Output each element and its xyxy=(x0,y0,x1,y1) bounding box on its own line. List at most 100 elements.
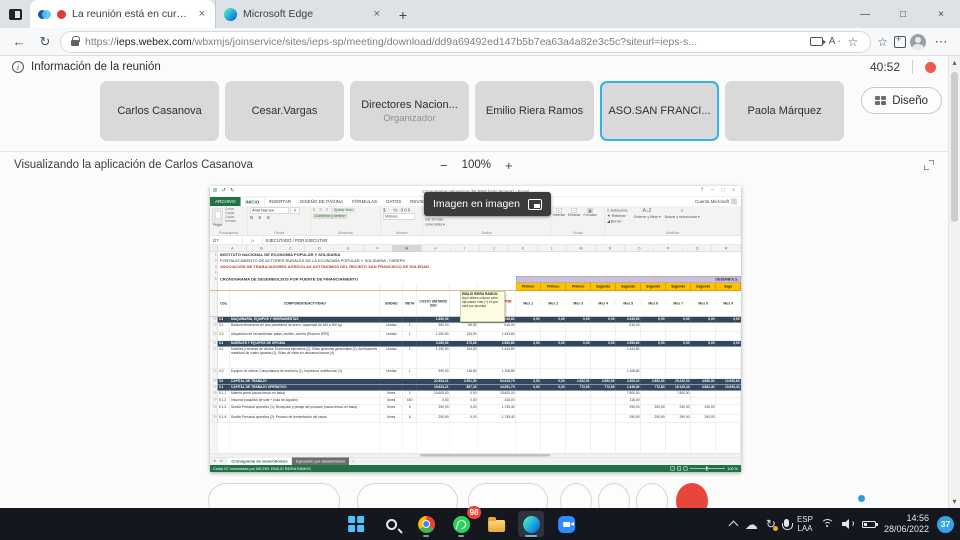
zoom-slider xyxy=(690,468,725,469)
excel-doc-lines: 1INSTITUTO NACIONAL DE ECONOMÍA POPULAR … xyxy=(210,252,741,276)
scroll-up-icon[interactable]: ▴ xyxy=(949,58,960,67)
excel-horizontal-scrollbar xyxy=(210,453,741,457)
reactions-control-button[interactable] xyxy=(598,483,630,508)
browser-toolbar: ← ↻ https://ieps.webex.com/wbxmjs/joinse… xyxy=(0,28,960,56)
leave-meeting-button[interactable] xyxy=(676,483,708,508)
excel-column-letter: A xyxy=(218,245,247,252)
zoom-out-button[interactable]: − xyxy=(440,158,448,173)
video-control-pill[interactable] xyxy=(357,483,458,508)
viewing-bar: Visualizando la aplicación de Carlos Cas… xyxy=(0,151,948,178)
add-favorite-icon[interactable]: ☆ xyxy=(845,35,860,49)
file-explorer-icon xyxy=(488,520,505,532)
zoom-in-button[interactable]: + xyxy=(505,158,513,173)
formula-text: EJECUTADO / POR EJECUTAR xyxy=(263,236,741,245)
picture-in-picture-icon xyxy=(528,199,542,210)
whatsapp-icon xyxy=(453,516,470,533)
participant-tile[interactable]: Paola Márquez xyxy=(725,81,844,141)
view-mode-icon xyxy=(677,467,681,471)
excel-column-letter: R xyxy=(712,245,741,252)
lock-icon xyxy=(71,40,79,46)
more-options-button[interactable] xyxy=(636,483,668,508)
zoom-level[interactable]: 100% xyxy=(462,159,491,171)
tab-close-icon[interactable]: × xyxy=(197,8,207,20)
layout-button[interactable]: Diseño xyxy=(861,87,942,114)
sync-update-icon[interactable]: ↻ xyxy=(766,518,776,530)
excel-column-letter: G xyxy=(392,245,421,252)
onedrive-icon[interactable]: ☁ xyxy=(745,518,758,531)
share-control-pill[interactable] xyxy=(468,483,548,508)
excel-column-letter: K xyxy=(509,245,538,252)
excel-column-letter: B xyxy=(247,245,276,252)
excel-column-letter: J xyxy=(479,245,508,252)
tab-media-icon[interactable] xyxy=(810,37,823,46)
address-bar[interactable]: https://ieps.webex.com/wbxmjs/joinservic… xyxy=(60,31,871,53)
excel-account: Cuenta Microsoft xyxy=(695,197,737,206)
window-close-button[interactable]: × xyxy=(922,0,960,28)
participant-tile[interactable]: Carlos Casanova xyxy=(100,81,219,141)
webex-meeting-page: Información de la reunión 40:52 Carlos C… xyxy=(0,56,960,508)
taskbar-edge-button[interactable] xyxy=(518,511,544,537)
taskbar-zoom-button[interactable] xyxy=(553,511,579,537)
language-indicator[interactable]: ESPLAA xyxy=(797,515,813,533)
scroll-down-icon[interactable]: ▾ xyxy=(949,497,960,506)
excel-quick-access-icons: ⊞ ↺ ↻ xyxy=(213,188,236,194)
wifi-icon[interactable] xyxy=(821,519,834,529)
participant-tile[interactable]: Cesar.Vargas xyxy=(225,81,344,141)
taskbar-chrome-button[interactable] xyxy=(413,511,439,537)
excel-month-headers: Mes 1Mes 2Mes 3Mes 4Mes 5Mes 6Mes 7Mes 8… xyxy=(516,291,741,317)
participant-tile-organizer[interactable]: Directores Nacion... Organizador xyxy=(350,81,469,141)
taskbar-explorer-button[interactable] xyxy=(483,511,509,537)
battery-icon[interactable] xyxy=(862,521,876,528)
view-mode-icon xyxy=(683,467,687,471)
excel-sheet-tabs: ◄ ► Cronograma de desembolsos Ejecución … xyxy=(210,457,741,465)
read-aloud-icon[interactable]: A xyxy=(829,36,840,47)
excel-column-letters: ABCDEFGHIJKLMNOPQR xyxy=(210,245,741,252)
settings-more-icon[interactable]: ⋯ xyxy=(930,34,952,50)
vertical-tabs-button[interactable] xyxy=(0,0,30,28)
meeting-info-label[interactable]: Información de la reunión xyxy=(31,61,161,73)
excel-table-row: 285.1.3Sueldo Personal operativo (1): Re… xyxy=(210,405,741,415)
profile-avatar[interactable] xyxy=(910,34,926,50)
picture-in-picture-button[interactable]: Imagen en imagen xyxy=(424,192,551,216)
excel-table-row: 234.2Equipos de oficina: Computadora de … xyxy=(210,369,741,379)
windows-taskbar: 98 ☁ ↻ ESPLAA 14:5628/06/2022 37 xyxy=(0,508,960,540)
taskbar-search-button[interactable] xyxy=(378,511,404,537)
favorites-icon[interactable]: ☆ xyxy=(875,35,890,49)
excel-empty-grid xyxy=(210,423,741,453)
info-icon[interactable] xyxy=(12,61,24,73)
tray-overflow-icon[interactable] xyxy=(728,521,738,531)
sheet-tab-cronograma: Cronograma de desembolsos xyxy=(227,458,292,466)
excel-column-letter: F xyxy=(363,245,392,252)
edge-favicon xyxy=(224,8,237,21)
page-scrollbar[interactable]: ▴ ▾ xyxy=(948,56,960,508)
meeting-info-row: Información de la reunión 40:52 xyxy=(0,56,948,78)
window-minimize-button[interactable]: — xyxy=(846,0,884,28)
cell-reference: G7 xyxy=(210,236,243,245)
collections-icon[interactable] xyxy=(894,36,906,48)
back-button[interactable]: ← xyxy=(8,34,30,49)
browser-tab-edge[interactable]: Microsoft Edge × xyxy=(215,0,390,28)
meeting-recording-icon[interactable] xyxy=(925,62,936,73)
notification-count-badge[interactable]: 37 xyxy=(937,516,954,533)
excel-column-letter: P xyxy=(654,245,683,252)
excel-table-row: 224.1Muebles y enseres de oficina: Escri… xyxy=(210,347,741,369)
taskbar-clock[interactable]: 14:5628/06/2022 xyxy=(884,513,929,535)
chrome-icon xyxy=(418,516,435,533)
tab-close-icon[interactable]: × xyxy=(372,8,382,20)
refresh-button[interactable]: ↻ xyxy=(34,34,56,50)
fullscreen-icon[interactable] xyxy=(924,160,934,170)
start-button[interactable] xyxy=(343,511,369,537)
participant-tile[interactable]: Emilio Riera Ramos xyxy=(475,81,594,141)
volume-icon[interactable] xyxy=(842,519,854,529)
browser-tab-webex[interactable]: La reunión está en curso... × xyxy=(30,0,215,28)
cronograma-title: CRONOGRAMA DE DESEMBOLSOS POR FUENTE DE … xyxy=(218,276,516,283)
record-control-button[interactable] xyxy=(560,483,592,508)
new-tab-button[interactable]: + xyxy=(390,2,416,28)
mute-control-pill[interactable] xyxy=(208,483,340,508)
participant-tile-active-speaker[interactable]: ASO.SAN FRANCI... xyxy=(600,81,719,141)
taskbar-whatsapp-button[interactable]: 98 xyxy=(448,511,474,537)
window-maximize-button[interactable]: □ xyxy=(884,0,922,28)
scrollbar-thumb[interactable] xyxy=(951,72,958,222)
excel-column-letter: D xyxy=(305,245,334,252)
microphone-icon[interactable] xyxy=(784,519,789,527)
